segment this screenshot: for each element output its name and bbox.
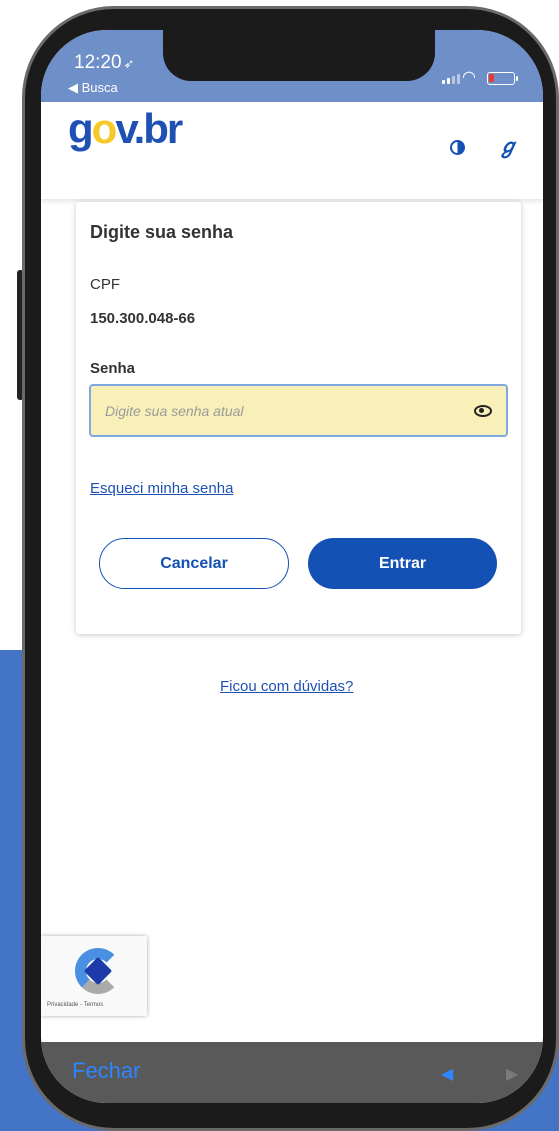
eye-icon[interactable]: [474, 405, 492, 417]
triangle-left-icon[interactable]: ◀: [441, 1064, 453, 1084]
help-link[interactable]: Ficou com dúvidas?: [220, 678, 353, 695]
close-button[interactable]: Fechar: [72, 1058, 140, 1084]
govbr-logo[interactable]: gov.br: [68, 105, 183, 153]
triangle-right-icon[interactable]: ▶: [506, 1064, 518, 1084]
wifi-icon: ◠: [462, 69, 476, 86]
phone-notch: [163, 30, 435, 81]
status-time: 12:20 ➶: [74, 52, 135, 73]
site-header: gov.br ℊ: [41, 102, 543, 199]
cpf-value: 150.300.048-66: [90, 310, 196, 327]
status-bar: 12:20 ➶ ◀ Busca ◠: [41, 30, 543, 102]
recaptcha-privacy-terms[interactable]: Privacidade - Termos: [47, 1002, 103, 1008]
back-to-app-link[interactable]: ◀ Busca: [68, 80, 118, 96]
card-title: Digite sua senha: [90, 222, 234, 242]
cancel-button[interactable]: Cancelar: [99, 538, 289, 589]
password-label: Senha: [90, 360, 136, 377]
cellular-signal-icon: [442, 74, 460, 84]
login-card: Digite sua senha CPF 150.300.048-66 Senh…: [76, 202, 521, 634]
password-input[interactable]: [89, 384, 508, 437]
phone-screen: 12:20 ➶ ◀ Busca ◠ gov.br ℊ Digite sua sen…: [41, 30, 543, 1103]
recaptcha-badge[interactable]: Privacidade - Termos: [41, 936, 147, 1016]
browser-toolbar: Fechar ◀ ▶: [41, 1042, 543, 1103]
cpf-label: CPF: [90, 276, 120, 293]
contrast-icon[interactable]: [450, 140, 465, 155]
hearing-accessibility-icon[interactable]: ℊ: [498, 130, 518, 159]
recaptcha-icon: [75, 948, 121, 994]
battery-icon: [487, 72, 518, 85]
submit-button[interactable]: Entrar: [308, 538, 497, 589]
location-arrow-icon: ➶: [123, 56, 135, 71]
forgot-password-link[interactable]: Esqueci minha senha: [90, 480, 233, 497]
